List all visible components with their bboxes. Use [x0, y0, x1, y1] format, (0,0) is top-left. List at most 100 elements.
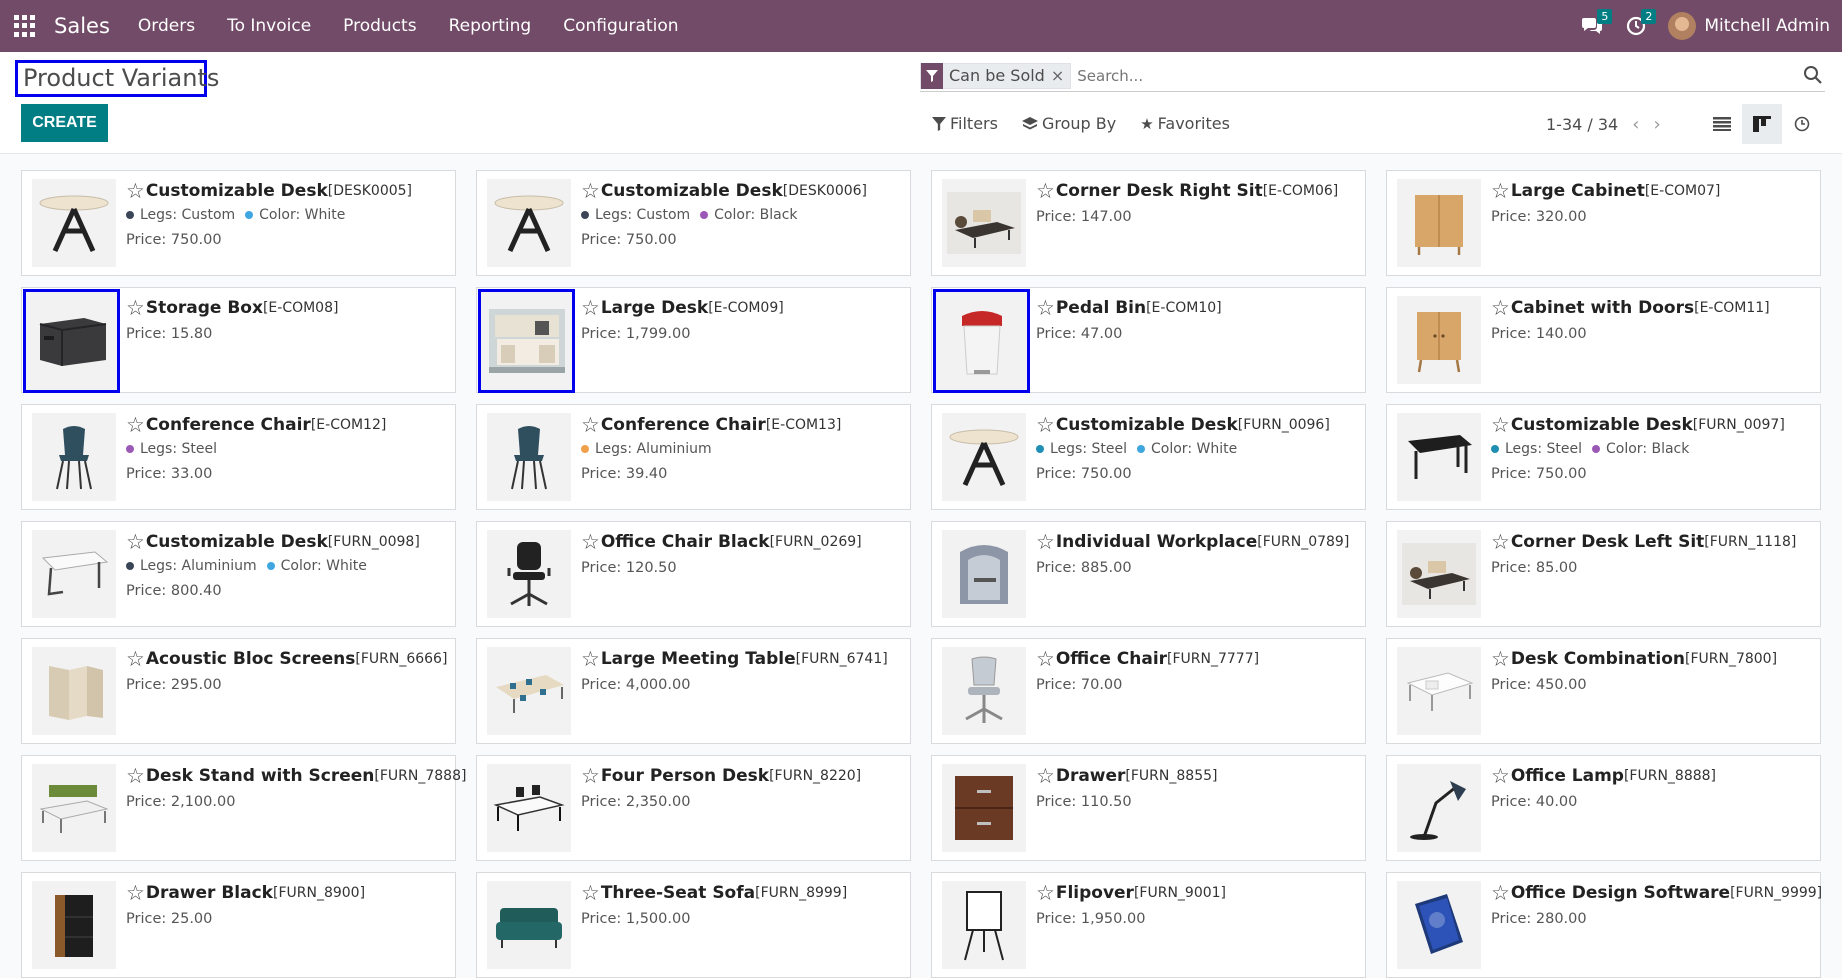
favorite-star-icon[interactable]: ☆	[126, 181, 145, 202]
activities-button[interactable]: 2	[1614, 9, 1658, 41]
favorites-button[interactable]: ★ Favorites	[1140, 114, 1230, 133]
attribute-color-dot	[126, 445, 134, 453]
group-by-button[interactable]: Group By	[1021, 114, 1116, 133]
product-price: Price: 70.00	[1036, 677, 1123, 693]
favorite-star-icon[interactable]: ☆	[1036, 415, 1055, 436]
favorite-star-icon[interactable]: ☆	[1036, 532, 1055, 553]
user-menu[interactable]: Mitchell Admin	[1668, 12, 1830, 40]
product-card[interactable]: ☆ Four Person Desk [FURN_8220] Price: 2,350…	[476, 755, 911, 861]
product-price: Price: 2,350.00	[581, 794, 691, 810]
favorite-star-icon[interactable]: ☆	[1036, 766, 1055, 787]
menu-reporting[interactable]: Reporting	[449, 16, 532, 36]
product-card[interactable]: ☆ Office Chair Black [FURN_0269] Price: 120…	[476, 521, 911, 627]
product-details: ☆ Customizable Desk [DESK0006] Legs: Custom…	[581, 181, 904, 248]
favorite-star-icon[interactable]: ☆	[1491, 532, 1510, 553]
favorite-star-icon[interactable]: ☆	[126, 649, 145, 670]
product-card[interactable]: ☆ Storage Box [E-COM08] Price: 15.80	[21, 287, 456, 393]
app-name[interactable]: Sales	[54, 14, 110, 38]
top-navbar: Sales Orders To Invoice Products Reporti…	[0, 0, 1842, 52]
product-code: [FURN_0269]	[769, 534, 862, 550]
favorite-star-icon[interactable]: ☆	[126, 415, 145, 436]
product-card[interactable]: ☆ Flipover [FURN_9001] Price: 1,950.00	[931, 872, 1366, 978]
product-card[interactable]: ☆ Desk Combination [FURN_7800] Price: 450.0…	[1386, 638, 1821, 744]
messages-button[interactable]: 5	[1570, 9, 1614, 41]
product-card[interactable]: ☆ Corner Desk Left Sit [FURN_1118] Price: 8…	[1386, 521, 1821, 627]
favorite-star-icon[interactable]: ☆	[581, 181, 600, 202]
favorite-star-icon[interactable]: ☆	[581, 298, 600, 319]
favorite-star-icon[interactable]: ☆	[1036, 298, 1055, 319]
favorite-star-icon[interactable]: ☆	[126, 883, 145, 904]
favorite-star-icon[interactable]: ☆	[581, 649, 600, 670]
favorite-star-icon[interactable]: ☆	[1491, 883, 1510, 904]
favorite-star-icon[interactable]: ☆	[1491, 649, 1510, 670]
product-details: ☆ Large Meeting Table [FURN_6741] Price: 4,…	[581, 649, 904, 694]
favorite-star-icon[interactable]: ☆	[581, 883, 600, 904]
product-card[interactable]: ☆ Large Cabinet [E-COM07] Price: 320.00	[1386, 170, 1821, 276]
filters-button[interactable]: Filters	[932, 114, 998, 133]
product-name: Large Meeting Table	[600, 649, 796, 669]
product-card[interactable]: ☆ Desk Stand with Screen [FURN_7888] Price:…	[21, 755, 466, 861]
product-card[interactable]: ☆ Drawer Black [FURN_8900] Price: 25.00	[21, 872, 456, 978]
pager-previous-icon[interactable]: ‹	[1632, 114, 1639, 135]
favorite-star-icon[interactable]: ☆	[1491, 298, 1510, 319]
product-card[interactable]: ☆ Three-Seat Sofa [FURN_8999] Price: 1,500.…	[476, 872, 911, 978]
product-image	[487, 530, 571, 618]
product-name: Acoustic Bloc Screens	[145, 649, 356, 669]
create-button[interactable]: CREATE	[21, 104, 108, 142]
favorite-star-icon[interactable]: ☆	[1036, 649, 1055, 670]
product-card[interactable]: ☆ Large Desk [E-COM09] Price: 1,799.00	[476, 287, 911, 393]
favorite-star-icon[interactable]: ☆	[1491, 415, 1510, 436]
attribute-tag: Color: Black	[1592, 441, 1689, 457]
apps-menu-icon[interactable]	[14, 15, 36, 37]
product-card[interactable]: ☆ Office Chair [FURN_7777] Price: 70.00	[931, 638, 1366, 744]
product-card[interactable]: ☆ Conference Chair [E-COM12] Legs: Steel Pri…	[21, 404, 456, 510]
favorite-star-icon[interactable]: ☆	[1491, 181, 1510, 202]
filter-icon	[921, 62, 943, 89]
product-card[interactable]: ☆ Corner Desk Right Sit [E-COM06] Price: 14…	[931, 170, 1366, 276]
product-card[interactable]: ☆ Conference Chair [E-COM13] Legs: Aluminiu…	[476, 404, 911, 510]
favorite-star-icon[interactable]: ☆	[1491, 766, 1510, 787]
product-card[interactable]: ☆ Customizable Desk [DESK0005] Legs: Custom…	[21, 170, 456, 276]
favorite-star-icon[interactable]: ☆	[581, 532, 600, 553]
menu-products[interactable]: Products	[343, 16, 416, 36]
activity-view-button[interactable]	[1782, 104, 1822, 144]
product-card[interactable]: ☆ Customizable Desk [DESK0006] Legs: Custom…	[476, 170, 911, 276]
product-card[interactable]: ☆ Acoustic Bloc Screens [FURN_6666] Price: …	[21, 638, 456, 744]
product-card[interactable]: ☆ Cabinet with Doors [E-COM11] Price: 140.0…	[1386, 287, 1821, 393]
menu-configuration[interactable]: Configuration	[563, 16, 678, 36]
product-card[interactable]: ☆ Drawer [FURN_8855] Price: 110.50	[931, 755, 1366, 861]
product-details: ☆ Drawer [FURN_8855] Price: 110.50	[1036, 766, 1359, 811]
menu-orders[interactable]: Orders	[138, 16, 195, 36]
favorite-star-icon[interactable]: ☆	[126, 766, 145, 787]
search-input[interactable]	[1077, 62, 1825, 89]
product-card[interactable]: ☆ Pedal Bin [E-COM10] Price: 47.00	[931, 287, 1366, 393]
menu-to-invoice[interactable]: To Invoice	[227, 16, 311, 36]
star-icon: ★	[1140, 114, 1154, 133]
favorite-star-icon[interactable]: ☆	[581, 415, 600, 436]
product-card[interactable]: ☆ Individual Workplace [FURN_0789] Price: 8…	[931, 521, 1366, 627]
product-card[interactable]: ☆ Customizable Desk [FURN_0096] Legs: Steel…	[931, 404, 1366, 510]
kanban-view-button[interactable]	[1742, 104, 1782, 144]
favorite-star-icon[interactable]: ☆	[126, 532, 145, 553]
product-details: ☆ Desk Stand with Screen [FURN_7888] Price:…	[126, 766, 466, 811]
pager-value[interactable]: 1-34 / 34	[1546, 115, 1618, 134]
product-price: Price: 15.80	[126, 326, 213, 342]
favorite-star-icon[interactable]: ☆	[1036, 181, 1055, 202]
product-card[interactable]: ☆ Large Meeting Table [FURN_6741] Price: 4,…	[476, 638, 911, 744]
pager-next-icon[interactable]: ›	[1653, 114, 1660, 135]
search-icon[interactable]	[1803, 65, 1823, 85]
product-title: ☆ Drawer [FURN_8855]	[1036, 766, 1359, 787]
favorite-star-icon[interactable]: ☆	[126, 298, 145, 319]
product-price: Price: 4,000.00	[581, 677, 691, 693]
product-price: Price: 2,100.00	[126, 794, 236, 810]
favorite-star-icon[interactable]: ☆	[581, 766, 600, 787]
favorite-star-icon[interactable]: ☆	[1036, 883, 1055, 904]
product-card[interactable]: ☆ Customizable Desk [FURN_0097] Legs: Steel…	[1386, 404, 1821, 510]
facet-remove-icon[interactable]: ×	[1049, 66, 1070, 85]
pager: 1-34 / 34 ‹ ›	[1546, 114, 1661, 135]
product-card[interactable]: ☆ Customizable Desk [FURN_0098] Legs: Alumi…	[21, 521, 456, 627]
list-view-button[interactable]	[1702, 104, 1742, 144]
product-title: ☆ Flipover [FURN_9001]	[1036, 883, 1359, 904]
product-card[interactable]: ☆ Office Lamp [FURN_8888] Price: 40.00	[1386, 755, 1821, 861]
product-card[interactable]: ☆ Office Design Software [FURN_9999] Price:…	[1386, 872, 1822, 978]
